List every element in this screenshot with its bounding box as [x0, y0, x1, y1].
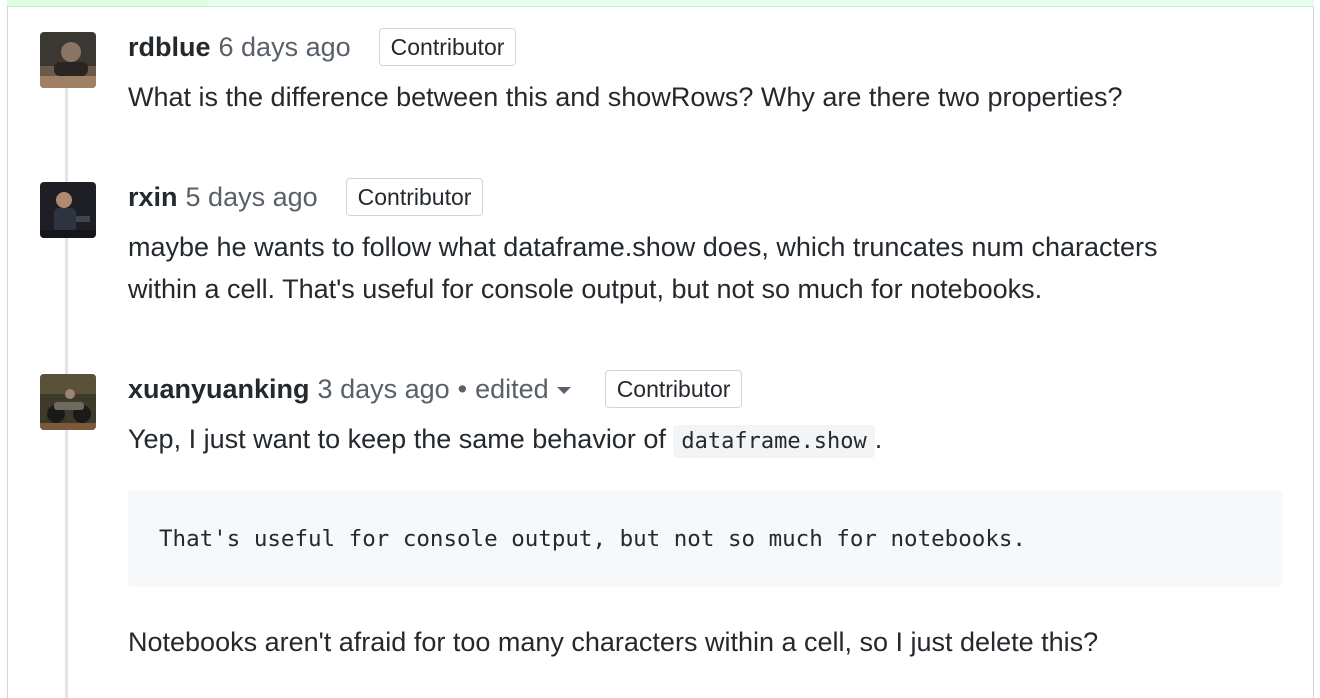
contributor-badge: Contributor: [345, 178, 484, 216]
avatar-image: [40, 32, 96, 88]
comment-body: Yep, I just want to keep the same behavi…: [128, 418, 1278, 463]
comment-text: What is the difference between this and …: [128, 82, 1123, 112]
comment-text: Notebooks aren't afraid for too many cha…: [128, 627, 1099, 657]
comment-text-line: within a cell. That's useful for console…: [128, 274, 1043, 304]
timestamp-link[interactable]: 3 days ago: [318, 374, 450, 405]
contributor-badge: Contributor: [378, 28, 517, 66]
code-block: That's useful for console output, but no…: [128, 490, 1282, 587]
contributor-badge: Contributor: [604, 370, 743, 408]
comment-body: maybe he wants to follow what dataframe.…: [128, 226, 1278, 310]
comment-body: What is the difference between this and …: [128, 76, 1278, 118]
code-block-text: That's useful for console output, but no…: [159, 525, 1026, 552]
comment-text: Yep, I just want to keep the same behavi…: [128, 424, 666, 454]
avatar-rdblue[interactable]: [40, 32, 96, 88]
avatar-image: [40, 182, 96, 238]
author-link[interactable]: rxin: [128, 182, 178, 213]
author-link[interactable]: rdblue: [128, 32, 211, 63]
comment-text: .: [874, 424, 883, 454]
inline-code: dataframe.show: [673, 425, 875, 458]
timestamp-link[interactable]: 5 days ago: [186, 182, 318, 213]
comment-header: rxin 5 days ago Contributor: [128, 177, 484, 217]
separator-dot: •: [457, 373, 468, 404]
author-link[interactable]: xuanyuanking: [128, 374, 310, 405]
edited-label: edited: [475, 373, 549, 404]
top-bar-accent: [7, 0, 207, 6]
comment-header: rdblue 6 days ago Contributor: [128, 27, 517, 67]
avatar-xuanyuanking[interactable]: [40, 374, 96, 430]
timeline-top-bar: [7, 0, 1314, 7]
comment-body: Notebooks aren't afraid for too many cha…: [128, 621, 1278, 663]
avatar-image: [40, 374, 96, 430]
edited-dropdown[interactable]: edited: [475, 374, 571, 405]
timestamp-link[interactable]: 6 days ago: [219, 32, 351, 63]
comment-header: xuanyuanking 3 days ago • edited Contrib…: [128, 369, 743, 409]
comment-text-line: maybe he wants to follow what dataframe.…: [128, 232, 1158, 262]
avatar-rxin[interactable]: [40, 182, 96, 238]
chevron-down-icon: [556, 387, 571, 394]
